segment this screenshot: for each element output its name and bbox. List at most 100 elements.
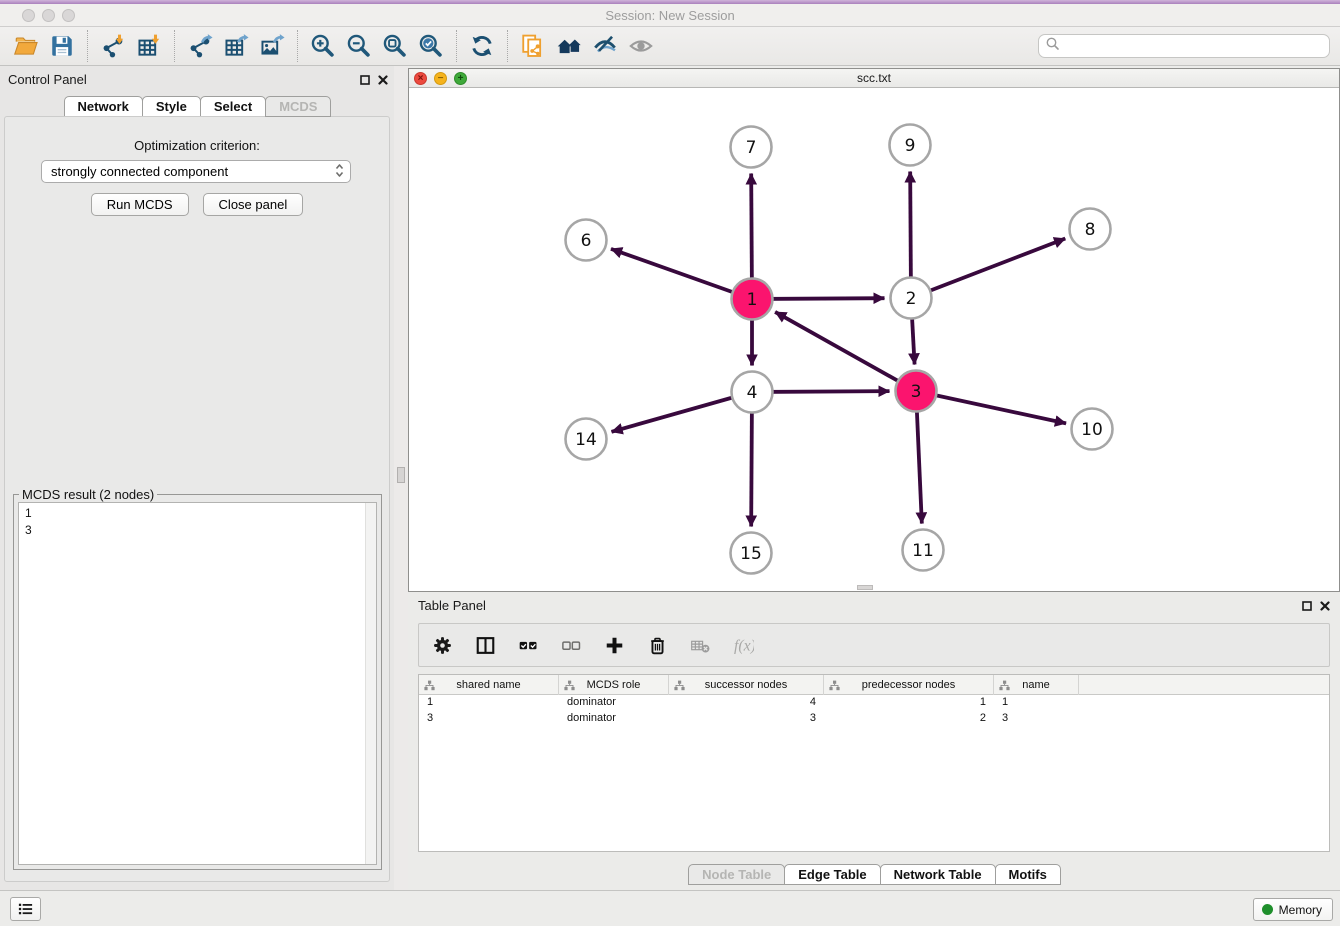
table-panel-close-button[interactable] bbox=[1320, 599, 1330, 614]
svg-text:1: 1 bbox=[747, 290, 758, 310]
graph-node-4[interactable]: 4 bbox=[732, 372, 773, 413]
export-table-button[interactable] bbox=[218, 30, 254, 62]
memory-button-label: Memory bbox=[1279, 903, 1322, 917]
column-header-name[interactable]: name bbox=[994, 675, 1079, 695]
memory-button[interactable]: Memory bbox=[1253, 898, 1333, 921]
list-icon bbox=[17, 901, 34, 917]
toolbar-separator bbox=[507, 30, 508, 62]
table-panel-float-button[interactable] bbox=[1302, 599, 1312, 614]
memory-status-dot bbox=[1262, 904, 1273, 915]
window-minimize-button[interactable]: − bbox=[434, 72, 447, 85]
graph-edge-3-10[interactable] bbox=[916, 391, 1066, 423]
tab-motifs[interactable]: Motifs bbox=[995, 864, 1061, 885]
app-zoom-button[interactable] bbox=[62, 9, 75, 22]
export-network-button[interactable] bbox=[182, 30, 218, 62]
network-window-title: scc.txt bbox=[409, 69, 1339, 87]
canvas-splitter-grip[interactable] bbox=[857, 585, 873, 590]
graph-edge-2-8[interactable] bbox=[911, 239, 1065, 298]
import-network-button[interactable] bbox=[95, 30, 131, 62]
result-scrollbar[interactable] bbox=[365, 503, 376, 864]
window-zoom-button[interactable]: + bbox=[454, 72, 467, 85]
mcds-result-area[interactable]: 13 bbox=[18, 502, 377, 865]
import-table-button[interactable] bbox=[131, 30, 167, 62]
svg-text:7: 7 bbox=[746, 138, 757, 158]
delete-button[interactable] bbox=[644, 632, 670, 658]
graph-node-6[interactable]: 6 bbox=[566, 220, 607, 261]
svg-text:10: 10 bbox=[1081, 420, 1103, 440]
close-panel-button[interactable]: Close panel bbox=[203, 193, 304, 216]
graph-node-11[interactable]: 11 bbox=[903, 530, 944, 571]
column-settings-button[interactable] bbox=[429, 632, 455, 658]
column-header-predecessor-nodes[interactable]: predecessor nodes bbox=[824, 675, 994, 695]
graph-node-8[interactable]: 8 bbox=[1070, 209, 1111, 250]
hide-visual-style-button[interactable] bbox=[587, 30, 623, 62]
mcds-result-values: 13 bbox=[19, 503, 376, 541]
window-close-button[interactable]: × bbox=[414, 72, 427, 85]
graph-node-3[interactable]: 3 bbox=[896, 371, 937, 412]
tab-node-table[interactable]: Node Table bbox=[688, 864, 785, 885]
node-table[interactable]: shared name MCDS role successor nodesprede… bbox=[418, 674, 1330, 852]
graph-node-7[interactable]: 7 bbox=[731, 127, 772, 168]
svg-text:15: 15 bbox=[740, 544, 762, 564]
panel-toggle-button[interactable] bbox=[10, 897, 41, 921]
graph-node-10[interactable]: 10 bbox=[1072, 409, 1113, 450]
criterion-select[interactable]: strongly connected component bbox=[41, 160, 351, 183]
select-all-button[interactable] bbox=[515, 632, 541, 658]
table-panel-tabs: Node TableEdge TableNetwork TableMotifs bbox=[408, 864, 1340, 885]
column-header-MCDS-role[interactable]: MCDS role bbox=[559, 675, 669, 695]
duplicate-network-button[interactable] bbox=[515, 30, 551, 62]
add-button[interactable] bbox=[601, 632, 627, 658]
table-cell: 1 bbox=[994, 695, 1079, 711]
control-panel-float-button[interactable] bbox=[360, 73, 370, 88]
graph-node-2[interactable]: 2 bbox=[891, 278, 932, 319]
tab-mcds[interactable]: MCDS bbox=[265, 96, 331, 117]
graph-edge-4-14[interactable] bbox=[611, 392, 752, 432]
column-settings-icon bbox=[432, 635, 453, 656]
zoom-selected-button[interactable] bbox=[413, 30, 449, 62]
tab-network-table[interactable]: Network Table bbox=[880, 864, 996, 885]
zoom-out-button[interactable] bbox=[341, 30, 377, 62]
table-row[interactable]: 3dominator323 bbox=[419, 711, 1329, 727]
float-icon bbox=[360, 75, 370, 85]
zoom-in-button[interactable] bbox=[305, 30, 341, 62]
graph-node-9[interactable]: 9 bbox=[890, 125, 931, 166]
zoom-fit-button[interactable] bbox=[377, 30, 413, 62]
network-canvas[interactable]: 7 9 6 8 1 2 4 3 14 10 15 11 bbox=[409, 88, 1339, 591]
save-session-button[interactable] bbox=[44, 30, 80, 62]
svg-text:6: 6 bbox=[581, 231, 592, 251]
deselect-all-button[interactable] bbox=[558, 632, 584, 658]
vertical-splitter[interactable] bbox=[394, 66, 408, 890]
app-minimize-button[interactable] bbox=[42, 9, 55, 22]
column-header-shared-name[interactable]: shared name bbox=[419, 675, 559, 695]
graph-node-15[interactable]: 15 bbox=[731, 533, 772, 574]
tab-edge-table[interactable]: Edge Table bbox=[784, 864, 880, 885]
toggle-column-display-button[interactable] bbox=[472, 632, 498, 658]
column-header-label: MCDS role bbox=[587, 679, 641, 691]
table-row[interactable]: 1dominator411 bbox=[419, 695, 1329, 711]
column-header-successor-nodes[interactable]: successor nodes bbox=[669, 675, 824, 695]
export-image-button[interactable] bbox=[254, 30, 290, 62]
tab-network[interactable]: Network bbox=[64, 96, 143, 117]
zoom-selected-icon bbox=[418, 33, 444, 59]
control-panel-close-button[interactable] bbox=[378, 73, 388, 88]
function-builder-button: f(x) bbox=[730, 632, 756, 658]
column-type-icon bbox=[674, 680, 685, 691]
graph-edge-1-6[interactable] bbox=[611, 249, 752, 299]
network-window-titlebar[interactable]: × − + scc.txt bbox=[409, 69, 1339, 88]
splitter-grip[interactable] bbox=[397, 467, 405, 483]
zoom-fit-icon bbox=[382, 33, 408, 59]
app-close-button[interactable] bbox=[22, 9, 35, 22]
node-table-body: 1dominator4113dominator323 bbox=[419, 695, 1329, 727]
tab-select[interactable]: Select bbox=[200, 96, 266, 117]
refresh-button[interactable] bbox=[464, 30, 500, 62]
zoom-out-icon bbox=[346, 33, 372, 59]
open-file-button[interactable] bbox=[8, 30, 44, 62]
graph-node-1[interactable]: 1 bbox=[732, 279, 773, 320]
network-window: × − + scc.txt 7 9 6 8 1 2 4 3 14 10 15 11 bbox=[408, 68, 1340, 592]
graph-edge-3-1[interactable] bbox=[775, 312, 916, 391]
search-input[interactable] bbox=[1061, 37, 1329, 55]
tab-style[interactable]: Style bbox=[142, 96, 201, 117]
home-button[interactable] bbox=[551, 30, 587, 62]
run-mcds-button[interactable]: Run MCDS bbox=[91, 193, 189, 216]
graph-node-14[interactable]: 14 bbox=[566, 419, 607, 460]
